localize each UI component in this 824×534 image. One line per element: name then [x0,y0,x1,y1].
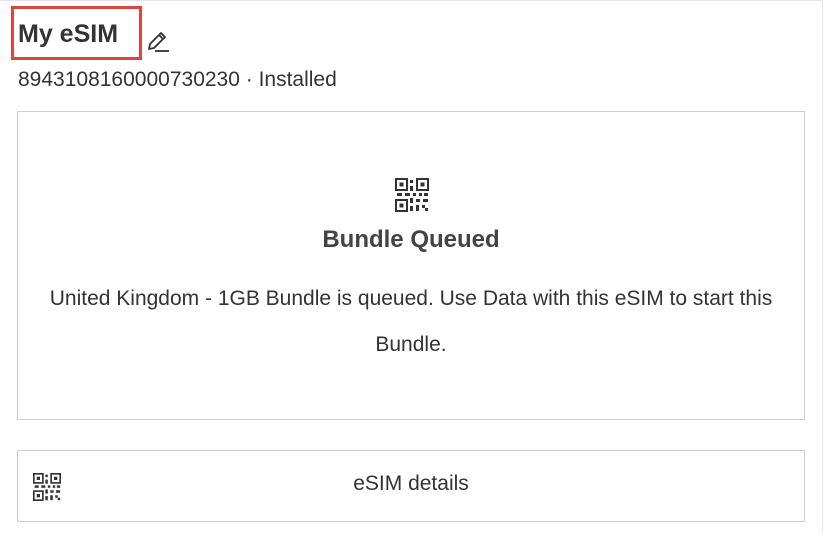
esim-details-button[interactable]: eSIM details [17,450,805,522]
bundle-status-description: United Kingdom - 1GB Bundle is queued. U… [49,287,773,356]
pencil-edit-icon[interactable] [145,30,171,54]
bundle-status-card: Bundle Queued United Kingdom - 1GB Bundl… [17,111,805,420]
page-title: My eSIM [18,20,119,48]
bundle-status-title: Bundle Queued [322,226,500,253]
qr-code-icon [395,178,429,212]
esim-details-label: eSIM details [353,472,469,495]
esim-iccid-status: 8943108160000730230 · Installed [18,68,337,91]
